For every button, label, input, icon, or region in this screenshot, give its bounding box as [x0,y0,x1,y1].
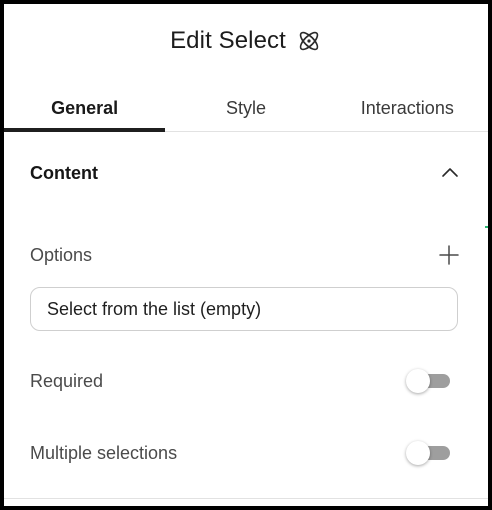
bottom-divider [4,498,488,499]
required-toggle[interactable] [406,369,450,393]
multiple-selections-label: Multiple selections [30,442,178,463]
toggle-knob [406,441,430,465]
edit-select-panel: Edit Select General Style Interactions C… [0,0,492,510]
options-row: Options [30,240,460,270]
options-label: Options [30,244,93,265]
required-label: Required [30,370,104,391]
required-row: Required [30,366,460,396]
options-select[interactable]: Select from the list (empty) [30,287,458,331]
multiple-selections-row: Multiple selections [30,438,460,468]
chevron-up-icon[interactable] [440,163,460,183]
panel-title: Edit Select [170,27,286,54]
tab-general[interactable]: General [4,86,166,132]
atom-icon [296,28,322,54]
tab-bar: General Style Interactions [4,86,488,132]
content-section-header[interactable]: Content [30,158,460,188]
section-title: Content [30,162,98,183]
plus-icon[interactable] [438,244,460,266]
edge-mark [485,226,488,228]
tab-style[interactable]: Style [165,86,326,131]
tab-interactions[interactable]: Interactions [327,86,488,131]
panel-header: Edit Select [4,4,488,78]
toggle-knob [406,369,430,393]
multiple-selections-toggle[interactable] [406,441,450,465]
